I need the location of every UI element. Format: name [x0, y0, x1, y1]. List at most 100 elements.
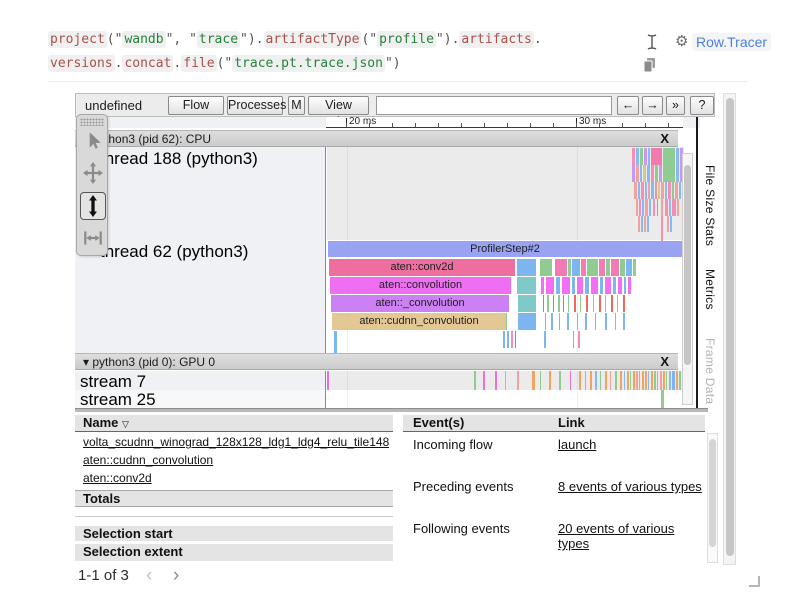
trace-slice[interactable] [559, 313, 560, 330]
trace-slice[interactable] [615, 313, 616, 330]
trace-slice[interactable] [663, 165, 675, 182]
trace-slice[interactable] [648, 182, 650, 199]
trace-slice[interactable] [581, 259, 586, 276]
panel-type-selector[interactable]: Row.Tracer [692, 33, 771, 51]
trace-slice[interactable] [605, 277, 611, 294]
trace-slice[interactable] [647, 165, 650, 182]
trace-slice[interactable] [573, 331, 574, 348]
trace-slice[interactable] [503, 331, 505, 348]
cpu-close-button[interactable]: X [660, 131, 669, 147]
trace-slice[interactable] [587, 259, 598, 276]
trace-slice[interactable] [638, 216, 640, 232]
trace-slice[interactable] [641, 216, 643, 232]
trace-slice[interactable] [641, 182, 644, 199]
trace-slice[interactable] [577, 277, 583, 294]
trace-slice[interactable] [511, 331, 513, 348]
kernel-link[interactable]: volta_scudnn_winograd_128x128_ldg1_ldg4_… [83, 435, 389, 451]
widget-scrollbar-thumb[interactable] [726, 98, 734, 556]
trace-slice[interactable] [623, 313, 625, 330]
trace-slice[interactable] [605, 313, 607, 330]
trace-slice[interactable] [546, 277, 554, 294]
trace-slice[interactable] [633, 371, 635, 390]
trace-slice[interactable] [620, 259, 625, 276]
trace-slice[interactable] [599, 295, 601, 312]
trace-slice[interactable] [633, 259, 636, 276]
slice-profiler-step[interactable]: ProfilerStep#2 [328, 241, 682, 257]
trace-slice[interactable] [544, 331, 546, 348]
trace-slice[interactable] [585, 277, 589, 294]
cudnn-convolution-link[interactable]: aten::cudnn_convolution [83, 453, 389, 469]
trace-slice[interactable] [580, 295, 581, 312]
timeline-scrollbar-thumb[interactable] [684, 165, 691, 365]
gear-icon[interactable]: ⚙ [675, 32, 688, 50]
stream-7-canvas[interactable] [327, 371, 684, 390]
trace-slice[interactable] [657, 199, 658, 216]
trace-slice[interactable] [642, 371, 644, 390]
trace-slice[interactable] [611, 259, 619, 276]
trace-slice[interactable] [642, 199, 644, 216]
trace-slice[interactable] [628, 277, 631, 294]
trace-slice[interactable] [672, 199, 676, 216]
trace-slice[interactable] [676, 165, 679, 182]
help-button[interactable]: ? [690, 96, 714, 115]
trace-slice[interactable] [595, 371, 597, 390]
trace-slice[interactable] [648, 148, 650, 165]
trace-slice[interactable] [610, 371, 611, 390]
query-editor[interactable]: project("wandb", "trace").artifactType("… [48, 28, 748, 82]
trace-slice[interactable] [547, 295, 549, 312]
trace-slice[interactable] [669, 371, 671, 390]
trace-slice[interactable] [567, 313, 569, 330]
trace-slice[interactable] [585, 371, 586, 390]
trace-slice[interactable] [553, 295, 554, 312]
resize-grip[interactable] [749, 576, 760, 587]
trace-slice[interactable] [620, 371, 622, 390]
trace-slice[interactable] [669, 199, 671, 216]
trace-slice[interactable] [679, 371, 681, 390]
trace-slice[interactable] [665, 199, 668, 216]
trace-slice[interactable] [668, 182, 671, 199]
nav-back-button[interactable]: ← [617, 96, 639, 115]
trace-slice[interactable] [640, 165, 642, 182]
trace-slice[interactable] [606, 259, 610, 276]
trace-slice[interactable] [655, 182, 657, 199]
trace-slice[interactable] [558, 295, 560, 312]
trace-slice[interactable] [648, 371, 649, 390]
trace-slice[interactable] [495, 371, 497, 390]
trace-slice[interactable] [644, 216, 646, 232]
trace-slice[interactable] [474, 371, 476, 390]
trace-slice[interactable] [660, 371, 662, 390]
trace-slice[interactable] [617, 295, 618, 312]
zoom-tool-button[interactable] [80, 192, 106, 220]
pan-tool-button[interactable] [80, 160, 106, 188]
trace-slice[interactable] [645, 199, 648, 216]
trace-slice[interactable] [517, 259, 536, 276]
trace-slice[interactable] [666, 371, 667, 390]
name-column-header[interactable]: Name ▽ [75, 415, 393, 432]
events-panel-scrollbar[interactable] [707, 433, 718, 563]
trace-slice[interactable] [645, 182, 647, 199]
text-cursor-icon[interactable] [645, 33, 659, 56]
select-tool-button[interactable] [80, 128, 106, 156]
trace-slice[interactable] [661, 199, 663, 216]
metrics-button[interactable]: M [288, 96, 305, 115]
query-code[interactable]: project("wandb", "trace").artifactType("… [48, 28, 608, 76]
trace-slice[interactable] [586, 295, 588, 312]
stream-25-canvas[interactable] [327, 390, 684, 408]
processes-button[interactable]: Processes [227, 96, 283, 115]
trace-slice[interactable] [672, 182, 674, 199]
trace-slice[interactable] [639, 371, 640, 390]
trace-slice[interactable] [605, 371, 607, 390]
trace-slice[interactable] [636, 165, 639, 182]
trace-slice[interactable] [574, 295, 576, 312]
trace-slice[interactable] [651, 371, 653, 390]
trace-slice[interactable] [675, 182, 678, 199]
trace-slice[interactable] [505, 371, 506, 390]
trace-slice[interactable] [636, 199, 638, 216]
find-input[interactable] [376, 96, 612, 115]
slice-convolution[interactable]: aten::convolution [330, 277, 511, 294]
trace-slice[interactable] [568, 259, 571, 276]
trace-slice[interactable] [651, 165, 654, 182]
trace-slice[interactable] [541, 277, 544, 294]
trace-slice[interactable] [661, 390, 664, 408]
trace-slice[interactable] [613, 277, 616, 294]
